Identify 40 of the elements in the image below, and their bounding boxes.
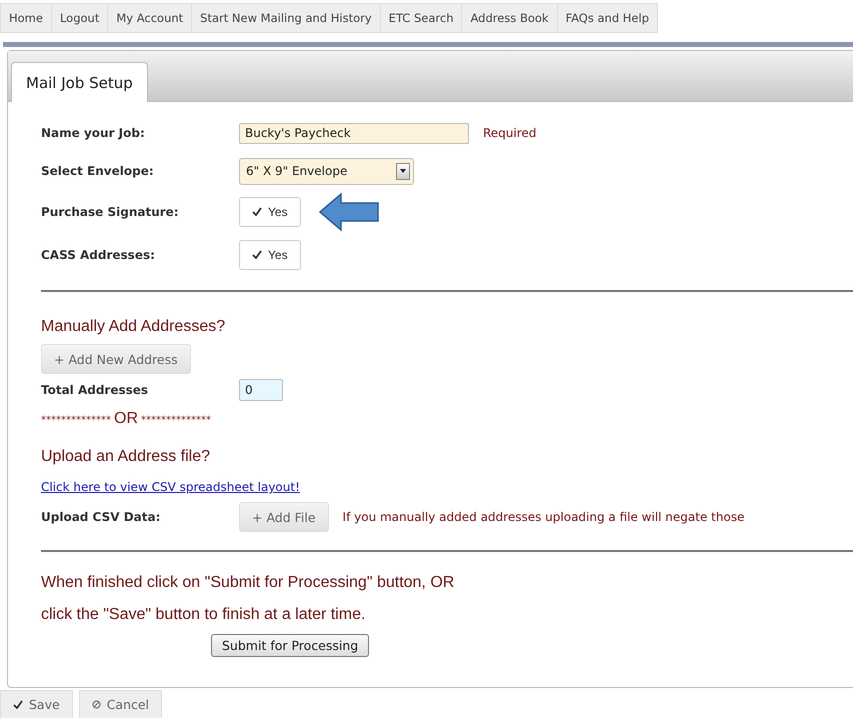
section-heading: Upload an Address file? xyxy=(41,448,211,466)
envelope-dropdown[interactable]: 6" X 9" Envelope xyxy=(239,158,414,184)
nav-link[interactable]: FAQs and Help xyxy=(558,3,658,33)
field-label: Upload CSV Data: xyxy=(41,510,162,524)
total-field[interactable]: 0 xyxy=(239,379,283,401)
field-label: CASS Addresses: xyxy=(41,248,156,262)
required-note: Required xyxy=(483,126,536,140)
toggle-button[interactable]: Yes xyxy=(239,240,301,270)
separator-text: OR xyxy=(114,410,138,428)
nav-link[interactable]: Logout xyxy=(52,3,108,33)
tab[interactable]: Mail Job Setup xyxy=(11,62,148,102)
field-label: Name your Job: xyxy=(41,126,146,140)
nav-link[interactable]: ETC Search xyxy=(380,3,462,33)
separator-stars: ************** xyxy=(141,415,211,426)
add-file-button[interactable]: + Add File xyxy=(239,502,329,532)
nav-link[interactable]: My Account xyxy=(108,3,192,33)
instruction-text: When finished click on "Submit for Processing" button, OR xyxy=(41,574,456,592)
arrow-icon xyxy=(318,192,378,230)
field-label: Purchase Signature: xyxy=(41,204,180,218)
save-button[interactable]: Save xyxy=(0,690,73,718)
caret-icon xyxy=(400,169,406,173)
add-address-button[interactable]: + Add New Address xyxy=(41,344,191,374)
check-icon xyxy=(252,207,262,216)
field-label: Total Addresses xyxy=(41,383,150,397)
job-name-field[interactable]: Bucky's Paycheck xyxy=(239,122,469,144)
field-label: Select Envelope: xyxy=(41,164,155,178)
instruction-text: click the "Save" button to finish at a later time. xyxy=(41,606,366,624)
submit-button[interactable]: Submit for Processing xyxy=(211,634,370,657)
cancel-button[interactable]: Cancel xyxy=(78,690,162,718)
toggle-button[interactable]: Yes xyxy=(239,196,301,226)
check-icon xyxy=(252,250,262,259)
nav-link[interactable]: Home xyxy=(0,3,52,33)
csv-layout-link[interactable]: Click here to view CSV spreadsheet layout! xyxy=(41,480,300,494)
upload-warning: If you manually added addresses uploading a file will negate those xyxy=(342,510,744,524)
cancel-icon xyxy=(92,700,101,709)
check-icon xyxy=(13,700,23,709)
nav-link[interactable]: Start New Mailing and History xyxy=(192,3,381,33)
section-heading: Manually Add Addresses? xyxy=(41,318,226,336)
separator-stars: ************** xyxy=(41,415,111,426)
nav-link[interactable]: Address Book xyxy=(462,3,558,33)
